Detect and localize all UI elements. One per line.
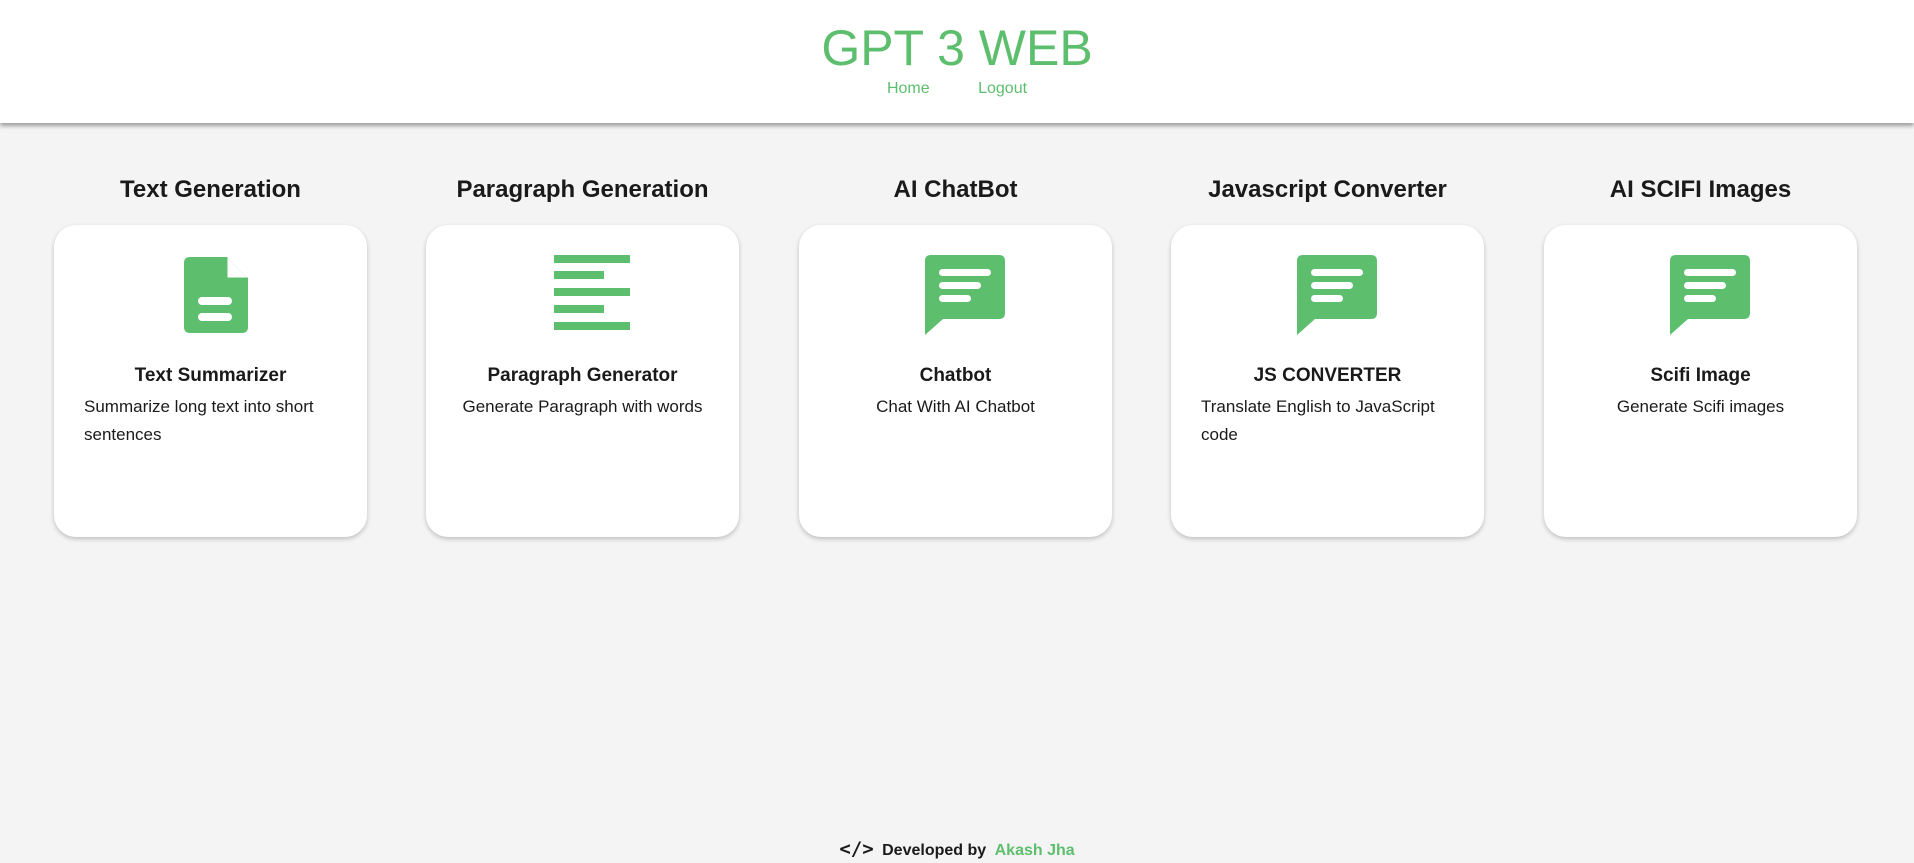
tool-column-text-generation: Text Generation Text Summarizer Summariz… <box>54 170 367 537</box>
brand-title: GPT 3 WEB <box>821 20 1093 76</box>
footer: </> Developed by Akash Jha <box>0 838 1914 860</box>
author-link[interactable]: Akash Jha <box>995 842 1075 859</box>
tool-column-javascript-converter: Javascript Converter JS CONVERTER Transl… <box>1171 170 1484 537</box>
tool-column-ai-chatbot: AI ChatBot Chatbot Chat With AI Chatbot <box>799 170 1112 537</box>
card-description: Chat With AI Chatbot <box>876 397 1035 416</box>
tool-card-scifi-image[interactable]: Scifi Image Generate Scifi images <box>1544 225 1857 537</box>
document-icon <box>184 257 248 333</box>
section-title: AI ChatBot <box>893 176 1018 203</box>
developed-by-label: Developed by <box>882 842 987 859</box>
tool-card-text-summarizer[interactable]: Text Summarizer Summarize long text into… <box>54 225 367 537</box>
align-left-icon <box>554 255 630 330</box>
code-icon: </> <box>839 838 874 860</box>
section-title: Javascript Converter <box>1208 176 1447 203</box>
app-header: GPT 3 WEB Home Logout <box>0 0 1914 123</box>
tool-column-ai-scifi-images: AI SCIFI Images Scifi Image Generate Sci… <box>1544 170 1857 537</box>
nav-logout-link[interactable]: Logout <box>978 80 1027 97</box>
card-title: Scifi Image <box>1650 365 1751 386</box>
tool-card-chatbot[interactable]: Chatbot Chat With AI Chatbot <box>799 225 1112 537</box>
chat-bubble-icon <box>1297 255 1377 335</box>
top-nav: Home Logout <box>0 80 1914 98</box>
card-description: Summarize long text into short sentences <box>84 397 314 444</box>
card-title: Text Summarizer <box>134 365 287 386</box>
card-title: Chatbot <box>919 365 992 386</box>
tool-column-paragraph-generation: Paragraph Generation Paragraph Generator… <box>426 170 739 537</box>
chat-bubble-icon <box>1670 255 1750 335</box>
section-title: Text Generation <box>120 176 301 203</box>
card-title: Paragraph Generator <box>487 365 678 386</box>
card-title: JS CONVERTER <box>1253 365 1402 386</box>
section-title: AI SCIFI Images <box>1609 176 1792 203</box>
tool-card-js-converter[interactable]: JS CONVERTER Translate English to JavaSc… <box>1171 225 1484 537</box>
card-description: Generate Paragraph with words <box>462 397 703 416</box>
chat-bubble-icon <box>925 255 1005 335</box>
card-description: Translate English to JavaScript code <box>1201 397 1435 444</box>
nav-home-link[interactable]: Home <box>887 80 930 97</box>
section-title: Paragraph Generation <box>456 176 709 203</box>
tool-card-paragraph-generator[interactable]: Paragraph Generator Generate Paragraph w… <box>426 225 739 537</box>
card-description: Generate Scifi images <box>1616 397 1785 416</box>
